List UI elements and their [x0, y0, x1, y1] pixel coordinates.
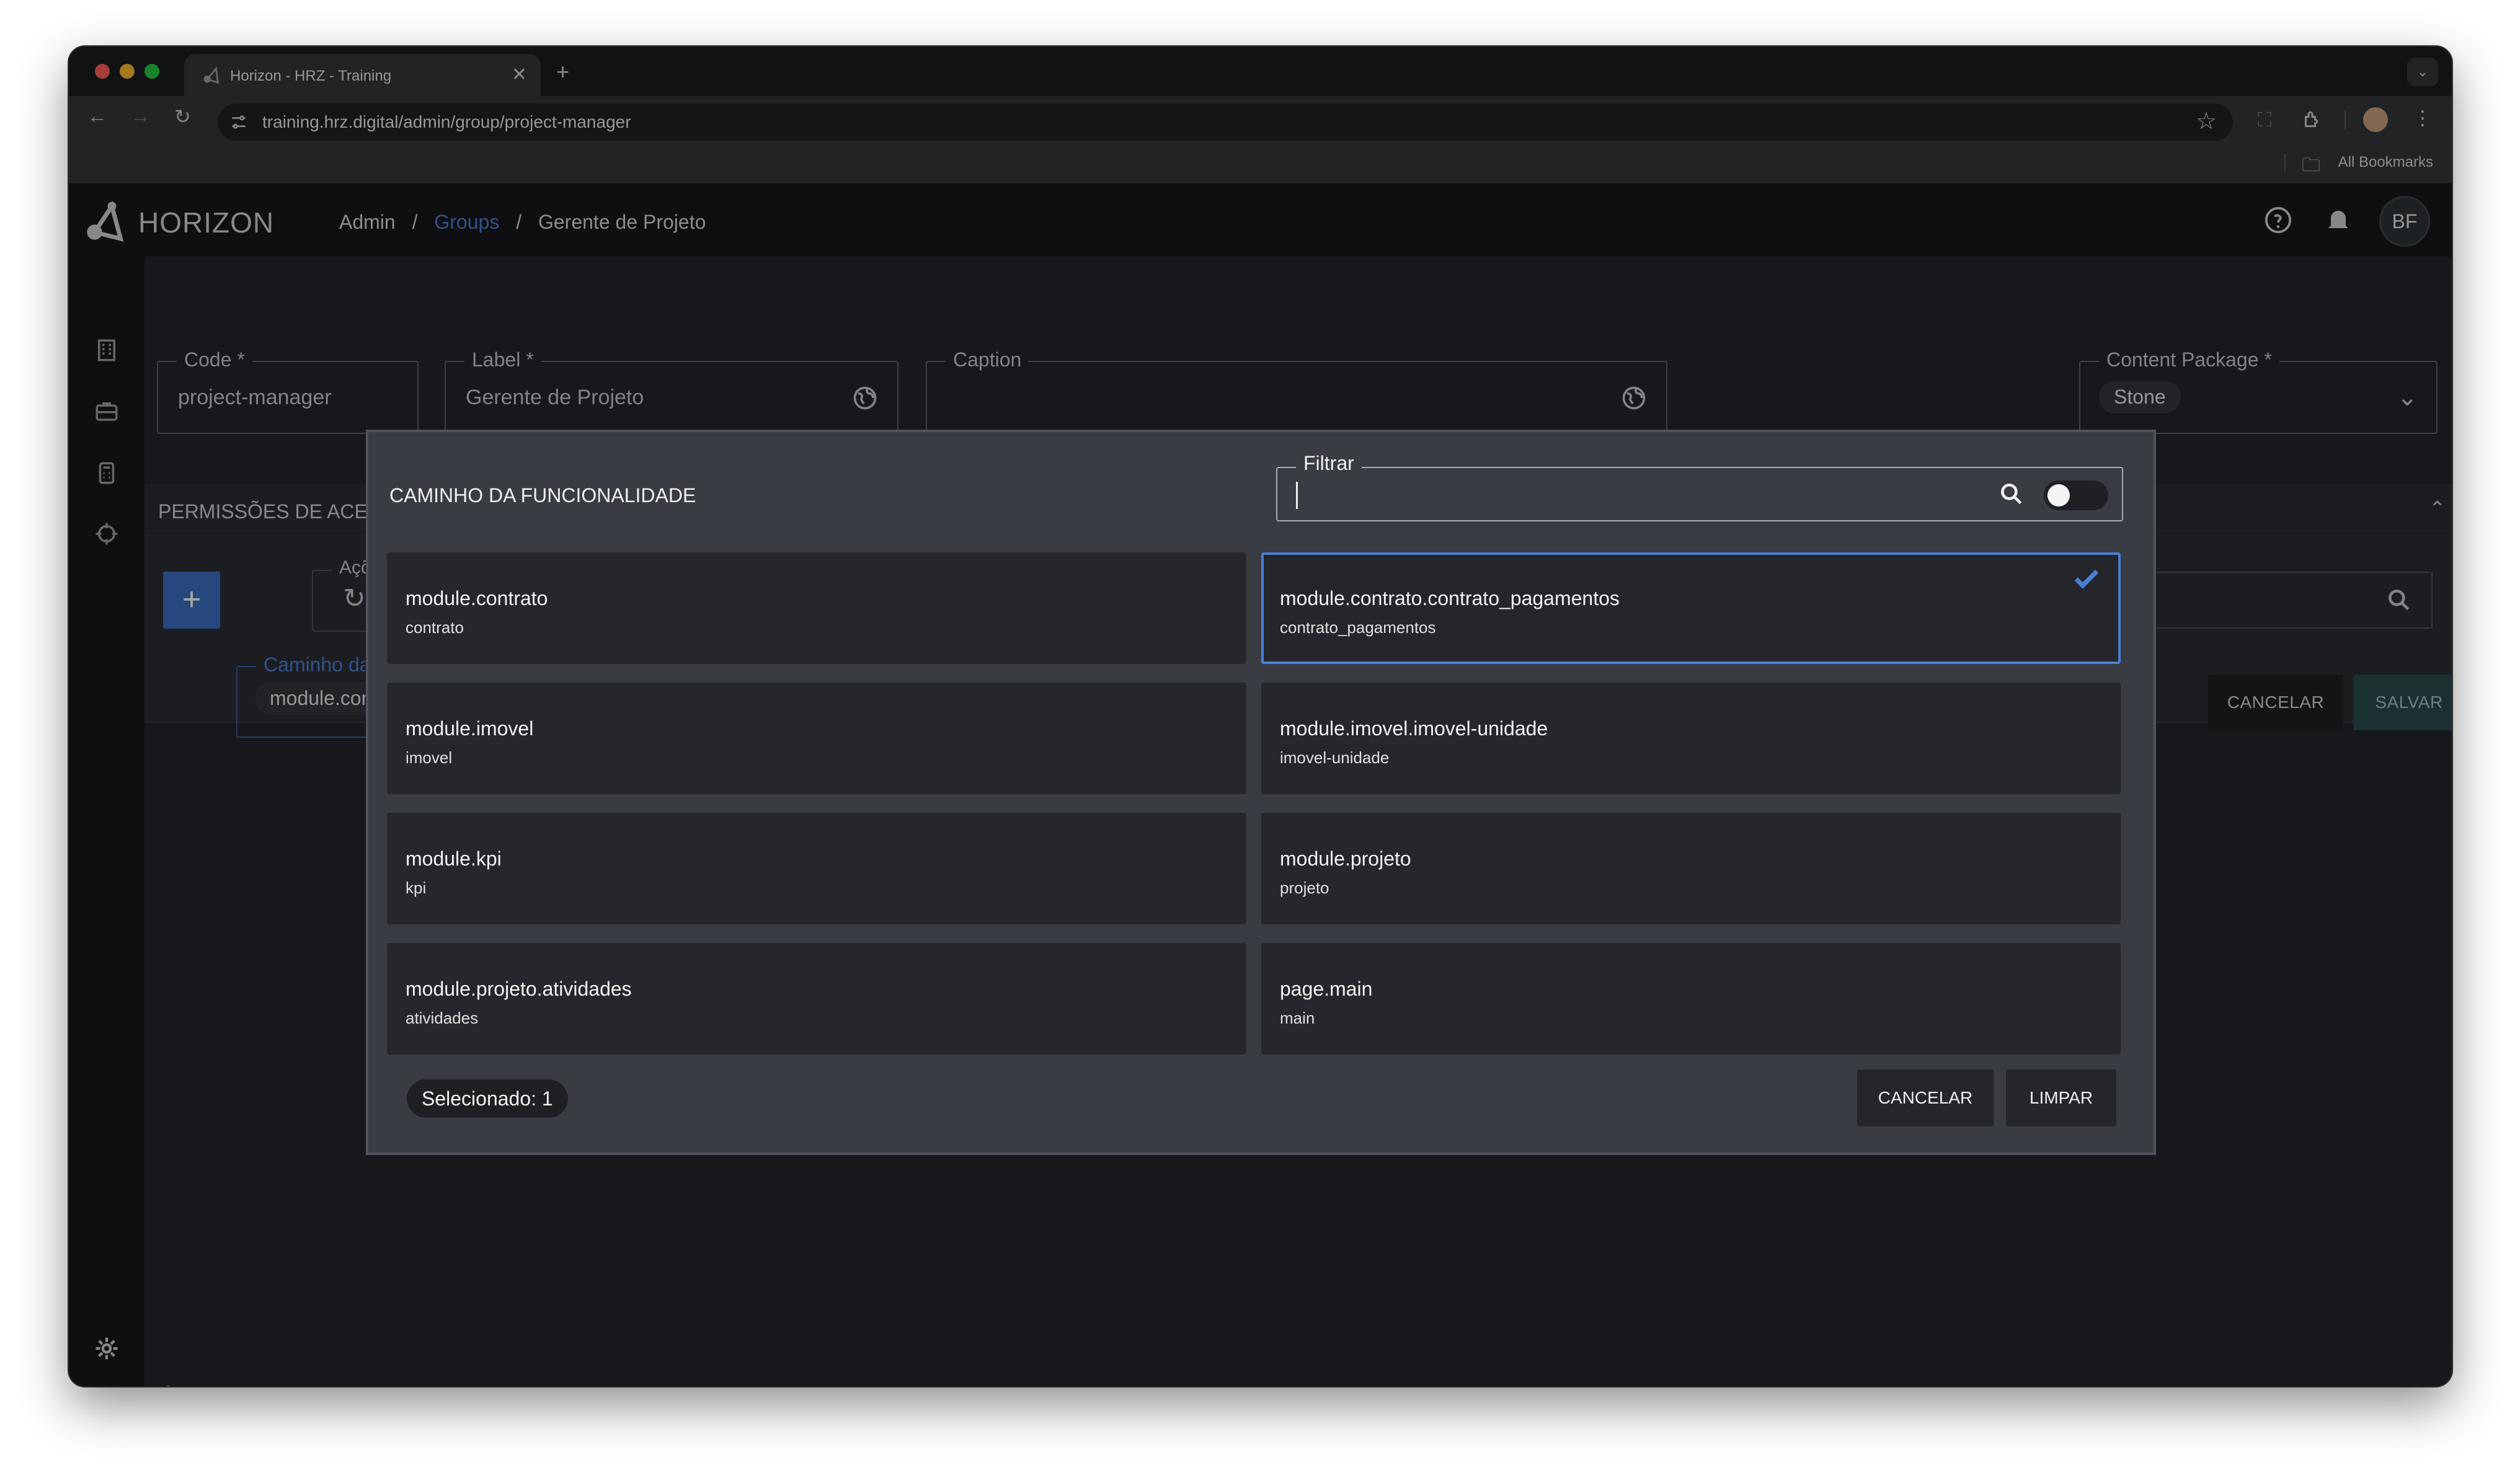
modal-cancel-button[interactable]: CANCELAR	[1857, 1069, 1994, 1126]
feature-card-subtitle: kpi	[406, 878, 427, 897]
feature-card-subtitle: imovel	[406, 748, 453, 767]
feature-card-title: module.projeto.atividades	[406, 978, 632, 1000]
feature-card-title: module.imovel	[406, 717, 534, 740]
feature-card-title: module.contrato.contrato_pagamentos	[1280, 587, 1620, 609]
feature-card[interactable]: module.projeto.atividades atividades	[387, 943, 1246, 1055]
feature-card[interactable]: module.imovel.imovel-unidade imovel-unid…	[1261, 683, 2121, 794]
feature-card-subtitle: atividades	[406, 1009, 479, 1027]
text-cursor	[1296, 482, 1298, 509]
feature-card[interactable]: module.projeto projeto	[1261, 813, 2121, 924]
feature-card-title: module.imovel.imovel-unidade	[1280, 717, 1548, 740]
feature-card-title: module.contrato	[406, 587, 548, 609]
feature-card-selected[interactable]: module.contrato.contrato_pagamentos cont…	[1261, 552, 2121, 664]
search-icon[interactable]	[1998, 480, 2025, 508]
filter-label: Filtrar	[1296, 452, 1362, 475]
feature-card[interactable]: module.imovel imovel	[387, 683, 1246, 794]
feature-card[interactable]: page.main main	[1261, 943, 2121, 1055]
feature-card-subtitle: imovel-unidade	[1280, 748, 1390, 767]
modal-clear-button[interactable]: LIMPAR	[2006, 1069, 2116, 1126]
modal-title: CAMINHO DA FUNCIONALIDADE	[389, 484, 696, 507]
feature-card-subtitle: contrato_pagamentos	[1280, 618, 1436, 637]
toggle-knob	[2048, 484, 2070, 507]
feature-path-modal: CAMINHO DA FUNCIONALIDADE Filtrar module…	[366, 430, 2156, 1155]
feature-card-subtitle: main	[1280, 1009, 1315, 1027]
feature-card[interactable]: module.contrato contrato	[387, 552, 1246, 664]
feature-card-title: module.kpi	[406, 847, 502, 870]
filter-field[interactable]: Filtrar	[1276, 452, 2123, 521]
feature-card-subtitle: projeto	[1280, 878, 1329, 897]
filter-toggle[interactable]	[2044, 480, 2108, 510]
checkmark-icon	[2074, 569, 2099, 589]
selected-count-badge: Selecionado: 1	[407, 1079, 568, 1118]
feature-card-title: module.projeto	[1280, 847, 1411, 870]
feature-card-title: page.main	[1280, 978, 1373, 1000]
feature-card-subtitle: contrato	[406, 618, 464, 637]
feature-card[interactable]: module.kpi kpi	[387, 813, 1246, 924]
